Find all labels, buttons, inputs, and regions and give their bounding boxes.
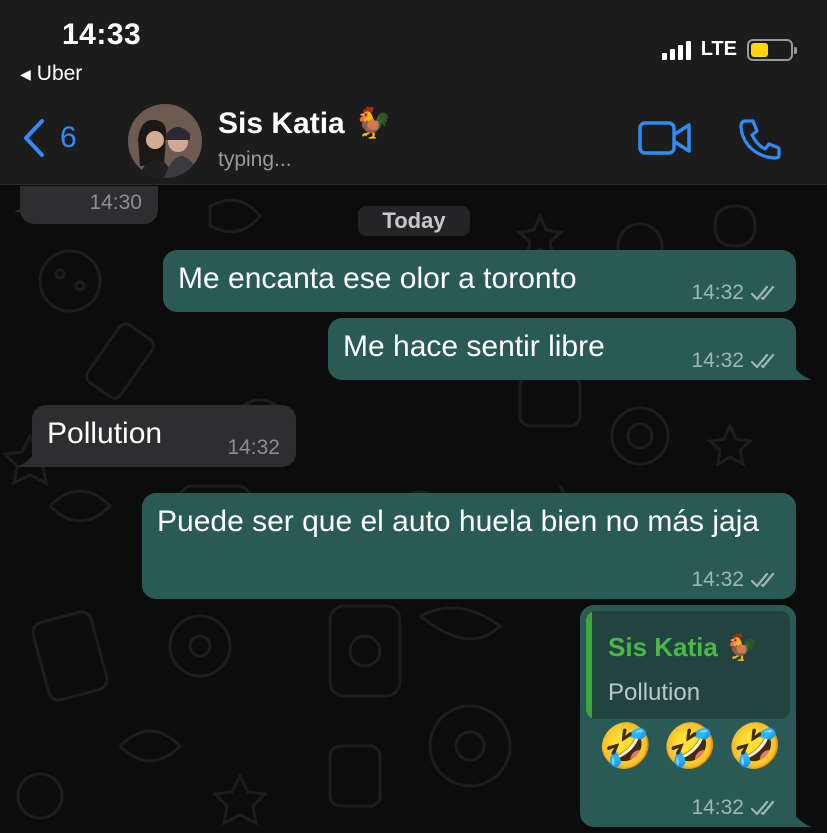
message-meta: 14:32 [691, 282, 780, 304]
network-label: LTE [700, 38, 737, 60]
video-camera-icon [638, 121, 691, 155]
back-to-app-link[interactable]: ◀ Uber [20, 62, 82, 86]
quoted-text: Pollution [608, 679, 701, 706]
chat-header: 14:33 ◀ Uber LTE 6 Sis Katia 🐓 typing... [0, 0, 827, 185]
back-triangle-icon: ◀ [20, 65, 31, 82]
rooster-emoji: 🐓 [725, 632, 759, 662]
double-check-icon [750, 353, 775, 369]
quoted-sender-name: Sis Katia [608, 632, 718, 662]
incoming-tail [16, 451, 36, 467]
back-button[interactable]: 6 [22, 118, 77, 158]
quote-bar [586, 611, 592, 719]
laughing-emojis: 🤣🤣🤣 [598, 722, 793, 771]
message-time: 14:32 [691, 349, 744, 372]
message-time: 14:32 [691, 281, 744, 304]
message-meta: 14:32 [691, 797, 780, 819]
reply-message-bubble[interactable]: Sis Katia 🐓 Pollution 🤣🤣🤣 14:32 [580, 605, 796, 827]
contact-status: typing... [218, 148, 292, 171]
status-indicators: LTE [661, 38, 797, 61]
message-text: Puede ser que el auto huela bien no más … [157, 505, 760, 538]
signal-icon [661, 40, 691, 60]
outgoing-tail [792, 811, 812, 827]
double-check-icon [750, 572, 775, 588]
message-meta: 14:32 [691, 350, 780, 372]
message-time: 14:30 [89, 191, 142, 214]
message-text: Me encanta ese olor a toronto [178, 262, 577, 295]
unread-count: 6 [60, 121, 77, 154]
message-bubble-outgoing[interactable]: Me hace sentir libre 14:32 [328, 318, 796, 380]
double-check-icon [750, 285, 775, 301]
voice-call-button[interactable] [738, 118, 782, 165]
date-divider: Today [358, 206, 470, 236]
status-time: 14:33 [62, 18, 142, 51]
message-time: 14:32 [227, 436, 280, 459]
double-check-icon [750, 800, 775, 816]
outgoing-tail [792, 364, 812, 380]
previous-message-bubble[interactable]: 14:30 [20, 186, 158, 224]
rooster-emoji: 🐓 [354, 107, 393, 140]
chevron-left-icon [24, 119, 44, 157]
message-bubble-outgoing[interactable]: Me encanta ese olor a toronto 14:32 [163, 250, 796, 312]
message-text: Pollution [47, 417, 163, 450]
contact-name[interactable]: Sis Katia 🐓 [218, 106, 392, 141]
message-bubble-incoming[interactable]: Pollution 14:32 [32, 405, 296, 467]
avatar[interactable] [128, 104, 202, 178]
contact-name-text: Sis Katia [218, 106, 345, 140]
quoted-message[interactable]: Sis Katia 🐓 Pollution [586, 611, 790, 719]
message-time: 14:32 [691, 568, 744, 591]
battery-icon [747, 38, 797, 61]
incoming-tail [14, 198, 32, 212]
quoted-sender: Sis Katia 🐓 [608, 627, 758, 667]
message-bubble-outgoing[interactable]: Puede ser que el auto huela bien no más … [142, 493, 796, 599]
message-meta: 14:32 [691, 569, 780, 591]
message-text: Me hace sentir libre [343, 330, 605, 363]
phone-icon [739, 119, 781, 160]
back-app-label: Uber [36, 62, 83, 85]
video-call-button[interactable] [638, 120, 692, 161]
message-time: 14:32 [691, 796, 744, 819]
message-meta: 14:32 [227, 437, 280, 459]
chat-area[interactable]: 14:30 Today Me encanta ese olor a toront… [0, 186, 827, 833]
